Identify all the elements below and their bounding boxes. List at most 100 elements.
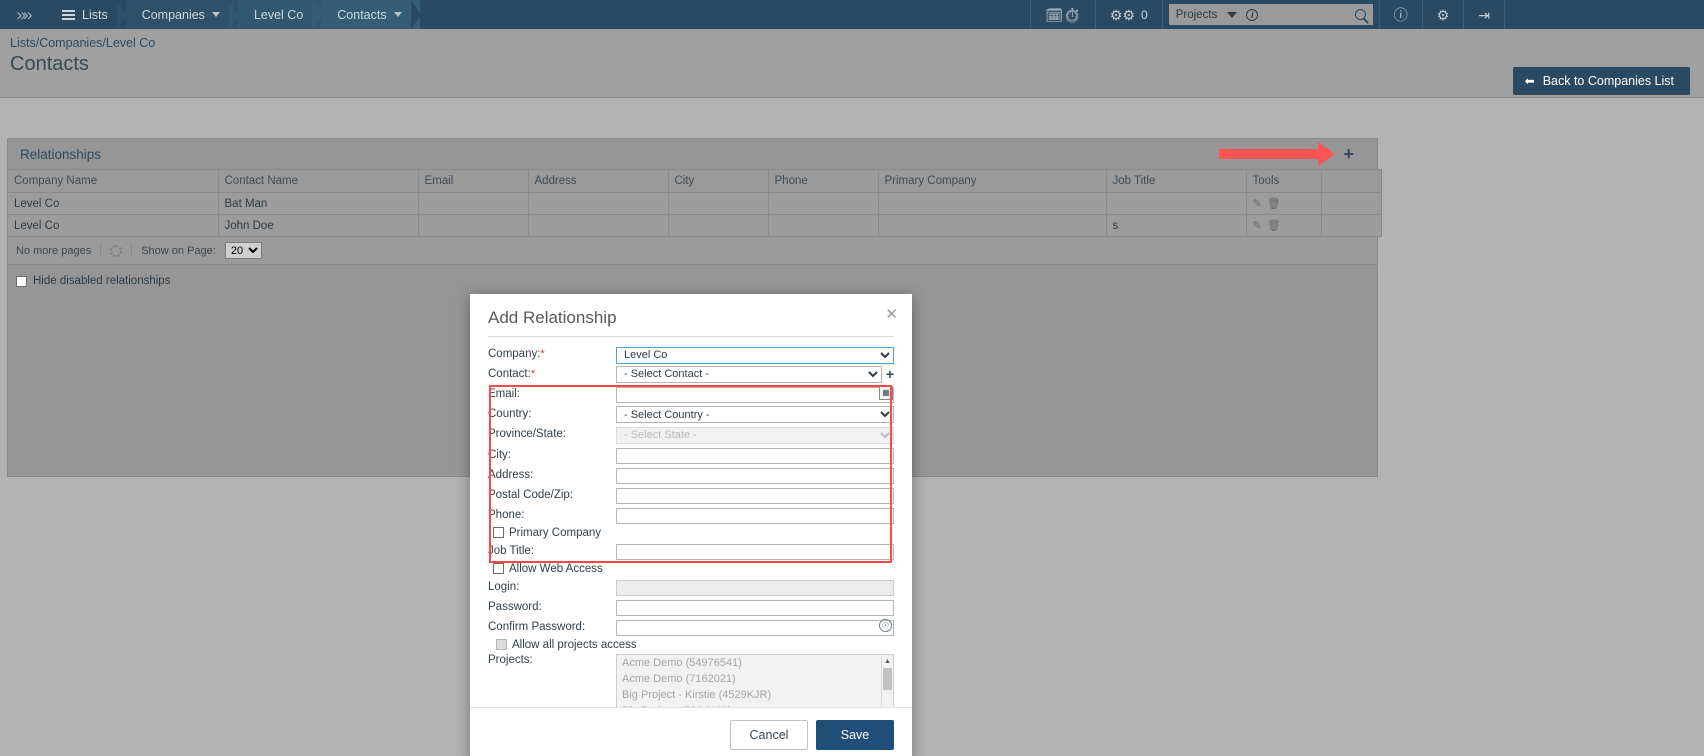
chevron-down-icon: [393, 12, 402, 17]
field-allow-all-projects[interactable]: Allow all projects access: [496, 639, 894, 651]
add-relationship-button[interactable]: +: [1343, 145, 1354, 163]
col-address[interactable]: Address: [528, 169, 669, 193]
edit-icon[interactable]: ✎: [1253, 219, 1262, 232]
chevron-up-icon[interactable]: ▲: [882, 656, 893, 667]
breadcrumb-item-lists[interactable]: Lists: [10, 36, 36, 50]
cell-phone: [768, 214, 879, 237]
login-label: Login:: [488, 580, 520, 593]
delete-icon[interactable]: 🗑: [1267, 197, 1281, 210]
cell-tools: ✎ 🗑: [1246, 214, 1322, 237]
col-contact-name[interactable]: Contact Name: [218, 169, 419, 193]
gear-icon[interactable]: ⚙: [1421, 0, 1464, 29]
confirm-password-label: Confirm Password:: [488, 620, 586, 633]
topbar-spacer: [1504, 0, 1704, 29]
field-allow-web-access[interactable]: Allow Web Access: [493, 563, 894, 575]
cell-email: [418, 214, 529, 237]
province-state-label: Province/State:: [488, 428, 566, 441]
nav-crumb-contacts[interactable]: Contacts: [321, 0, 421, 29]
field-country: Country: - Select Country -: [488, 405, 894, 423]
company-label: Company:*: [488, 348, 545, 361]
search-scope-label: Projects: [1175, 8, 1218, 21]
cell-tools: ✎ 🗑: [1246, 192, 1322, 215]
cancel-button[interactable]: Cancel: [730, 720, 808, 750]
breadcrumb-item-companies[interactable]: Companies: [39, 36, 102, 50]
col-phone[interactable]: Phone: [768, 169, 879, 193]
table-row[interactable]: Level Co Bat Man ✎ 🗑: [8, 192, 1382, 215]
hide-disabled-relationships-row[interactable]: Hide disabled relationships: [8, 265, 1377, 297]
list-item[interactable]: Acme Demo (7162021): [617, 671, 893, 687]
no-more-pages-label: No more pages: [16, 244, 92, 257]
email-input[interactable]: [616, 386, 894, 403]
close-icon[interactable]: ✕: [885, 307, 898, 322]
col-city[interactable]: City: [668, 169, 769, 193]
cell-job-title: [1106, 192, 1247, 215]
postal-code-input[interactable]: [616, 487, 894, 504]
scrollbar-thumb[interactable]: [883, 667, 892, 690]
primary-company-label: Primary Company: [509, 526, 602, 539]
calendar-clock-icon[interactable]: 🗓⏱: [1030, 0, 1095, 29]
chevron-down-icon[interactable]: [1227, 11, 1238, 18]
list-item[interactable]: Big Project - Kirstie (4529KJR): [617, 687, 893, 703]
field-primary-company[interactable]: Primary Company: [493, 527, 894, 539]
cell-company-name: Level Co: [8, 192, 219, 215]
company-select[interactable]: Level Co: [616, 346, 894, 364]
app-logo-icon[interactable]: »»: [0, 0, 46, 29]
allow-all-projects-checkbox[interactable]: [496, 639, 507, 650]
table-row[interactable]: Level Co John Doe s ✎ 🗑: [8, 214, 1382, 237]
top-navigation-right: 🗓⏱ ⚙⚙ 0 Projects i ⓘ ⚙ ⇥: [1030, 0, 1704, 29]
col-job-title[interactable]: Job Title: [1106, 169, 1247, 193]
confirm-password-input[interactable]: [616, 619, 894, 636]
delete-icon[interactable]: 🗑: [1267, 219, 1281, 232]
phone-input[interactable]: [616, 507, 894, 524]
help-icon[interactable]: ⓘ: [1378, 0, 1422, 29]
page-content: Relationships + Company Name Contact Nam…: [0, 98, 1704, 756]
add-relationship-dialog: Add Relationship ✕ Company:* Level Co Co…: [470, 294, 912, 756]
allow-web-access-label: Allow Web Access: [509, 562, 603, 575]
contact-card-icon[interactable]: ▦: [879, 385, 893, 400]
info-icon[interactable]: i: [1246, 8, 1259, 21]
arrow-left-icon: ⬅: [1524, 74, 1535, 88]
allow-web-access-checkbox[interactable]: [493, 563, 504, 574]
nav-crumb-level-co[interactable]: Level Co: [237, 0, 323, 29]
job-title-input[interactable]: [616, 543, 894, 560]
province-state-select[interactable]: - Select State -: [616, 426, 894, 444]
col-email[interactable]: Email: [418, 169, 529, 193]
nav-crumb-companies[interactable]: Companies: [125, 0, 240, 29]
country-select[interactable]: - Select Country -: [616, 406, 894, 423]
gears-notification-button[interactable]: ⚙⚙ 0: [1094, 0, 1162, 29]
password-input[interactable]: [616, 599, 894, 616]
nav-crumb-lists[interactable]: Lists: [46, 0, 127, 29]
gears-icon: ⚙⚙: [1109, 6, 1136, 23]
login-input[interactable]: [616, 579, 894, 596]
field-job-title: Job Title:: [488, 542, 894, 560]
breadcrumb: Lists/Companies/Level Co: [10, 36, 1690, 50]
show-on-page-select[interactable]: 20: [224, 242, 262, 259]
list-item[interactable]: Acme Demo (54976541): [617, 655, 893, 671]
primary-company-checkbox[interactable]: [493, 527, 504, 538]
password-label: Password:: [488, 600, 542, 613]
contact-select[interactable]: - Select Contact -: [616, 365, 882, 383]
cell-contact-name: Bat Man: [218, 192, 419, 215]
logout-icon[interactable]: ⇥: [1463, 0, 1504, 29]
hide-disabled-checkbox[interactable]: [16, 275, 27, 287]
add-contact-plus-icon[interactable]: +: [886, 367, 894, 381]
nav-crumb-level-co-label: Level Co: [253, 7, 304, 22]
col-tools: Tools: [1246, 169, 1322, 193]
breadcrumb-item-level-co[interactable]: Level Co: [106, 36, 155, 50]
search-icon[interactable]: [1354, 9, 1366, 20]
global-search[interactable]: Projects i: [1161, 0, 1379, 29]
edit-icon[interactable]: ✎: [1253, 197, 1262, 210]
field-province-state: Province/State: - Select State -: [488, 425, 894, 444]
col-company-name[interactable]: Company Name: [8, 169, 219, 193]
postal-code-label: Postal Code/Zip:: [488, 488, 574, 501]
save-button[interactable]: Save: [816, 720, 894, 750]
cell-company-name: Level Co: [8, 214, 219, 237]
back-to-companies-list-button[interactable]: ⬅ Back to Companies List: [1512, 67, 1690, 95]
refresh-icon[interactable]: [110, 244, 123, 257]
city-input[interactable]: [616, 447, 894, 464]
key-icon[interactable]: ☉: [879, 618, 892, 632]
search-bar[interactable]: Projects i: [1168, 4, 1373, 25]
address-input[interactable]: [616, 467, 894, 484]
country-label: Country:: [488, 407, 532, 420]
col-primary-company[interactable]: Primary Company: [878, 169, 1107, 193]
